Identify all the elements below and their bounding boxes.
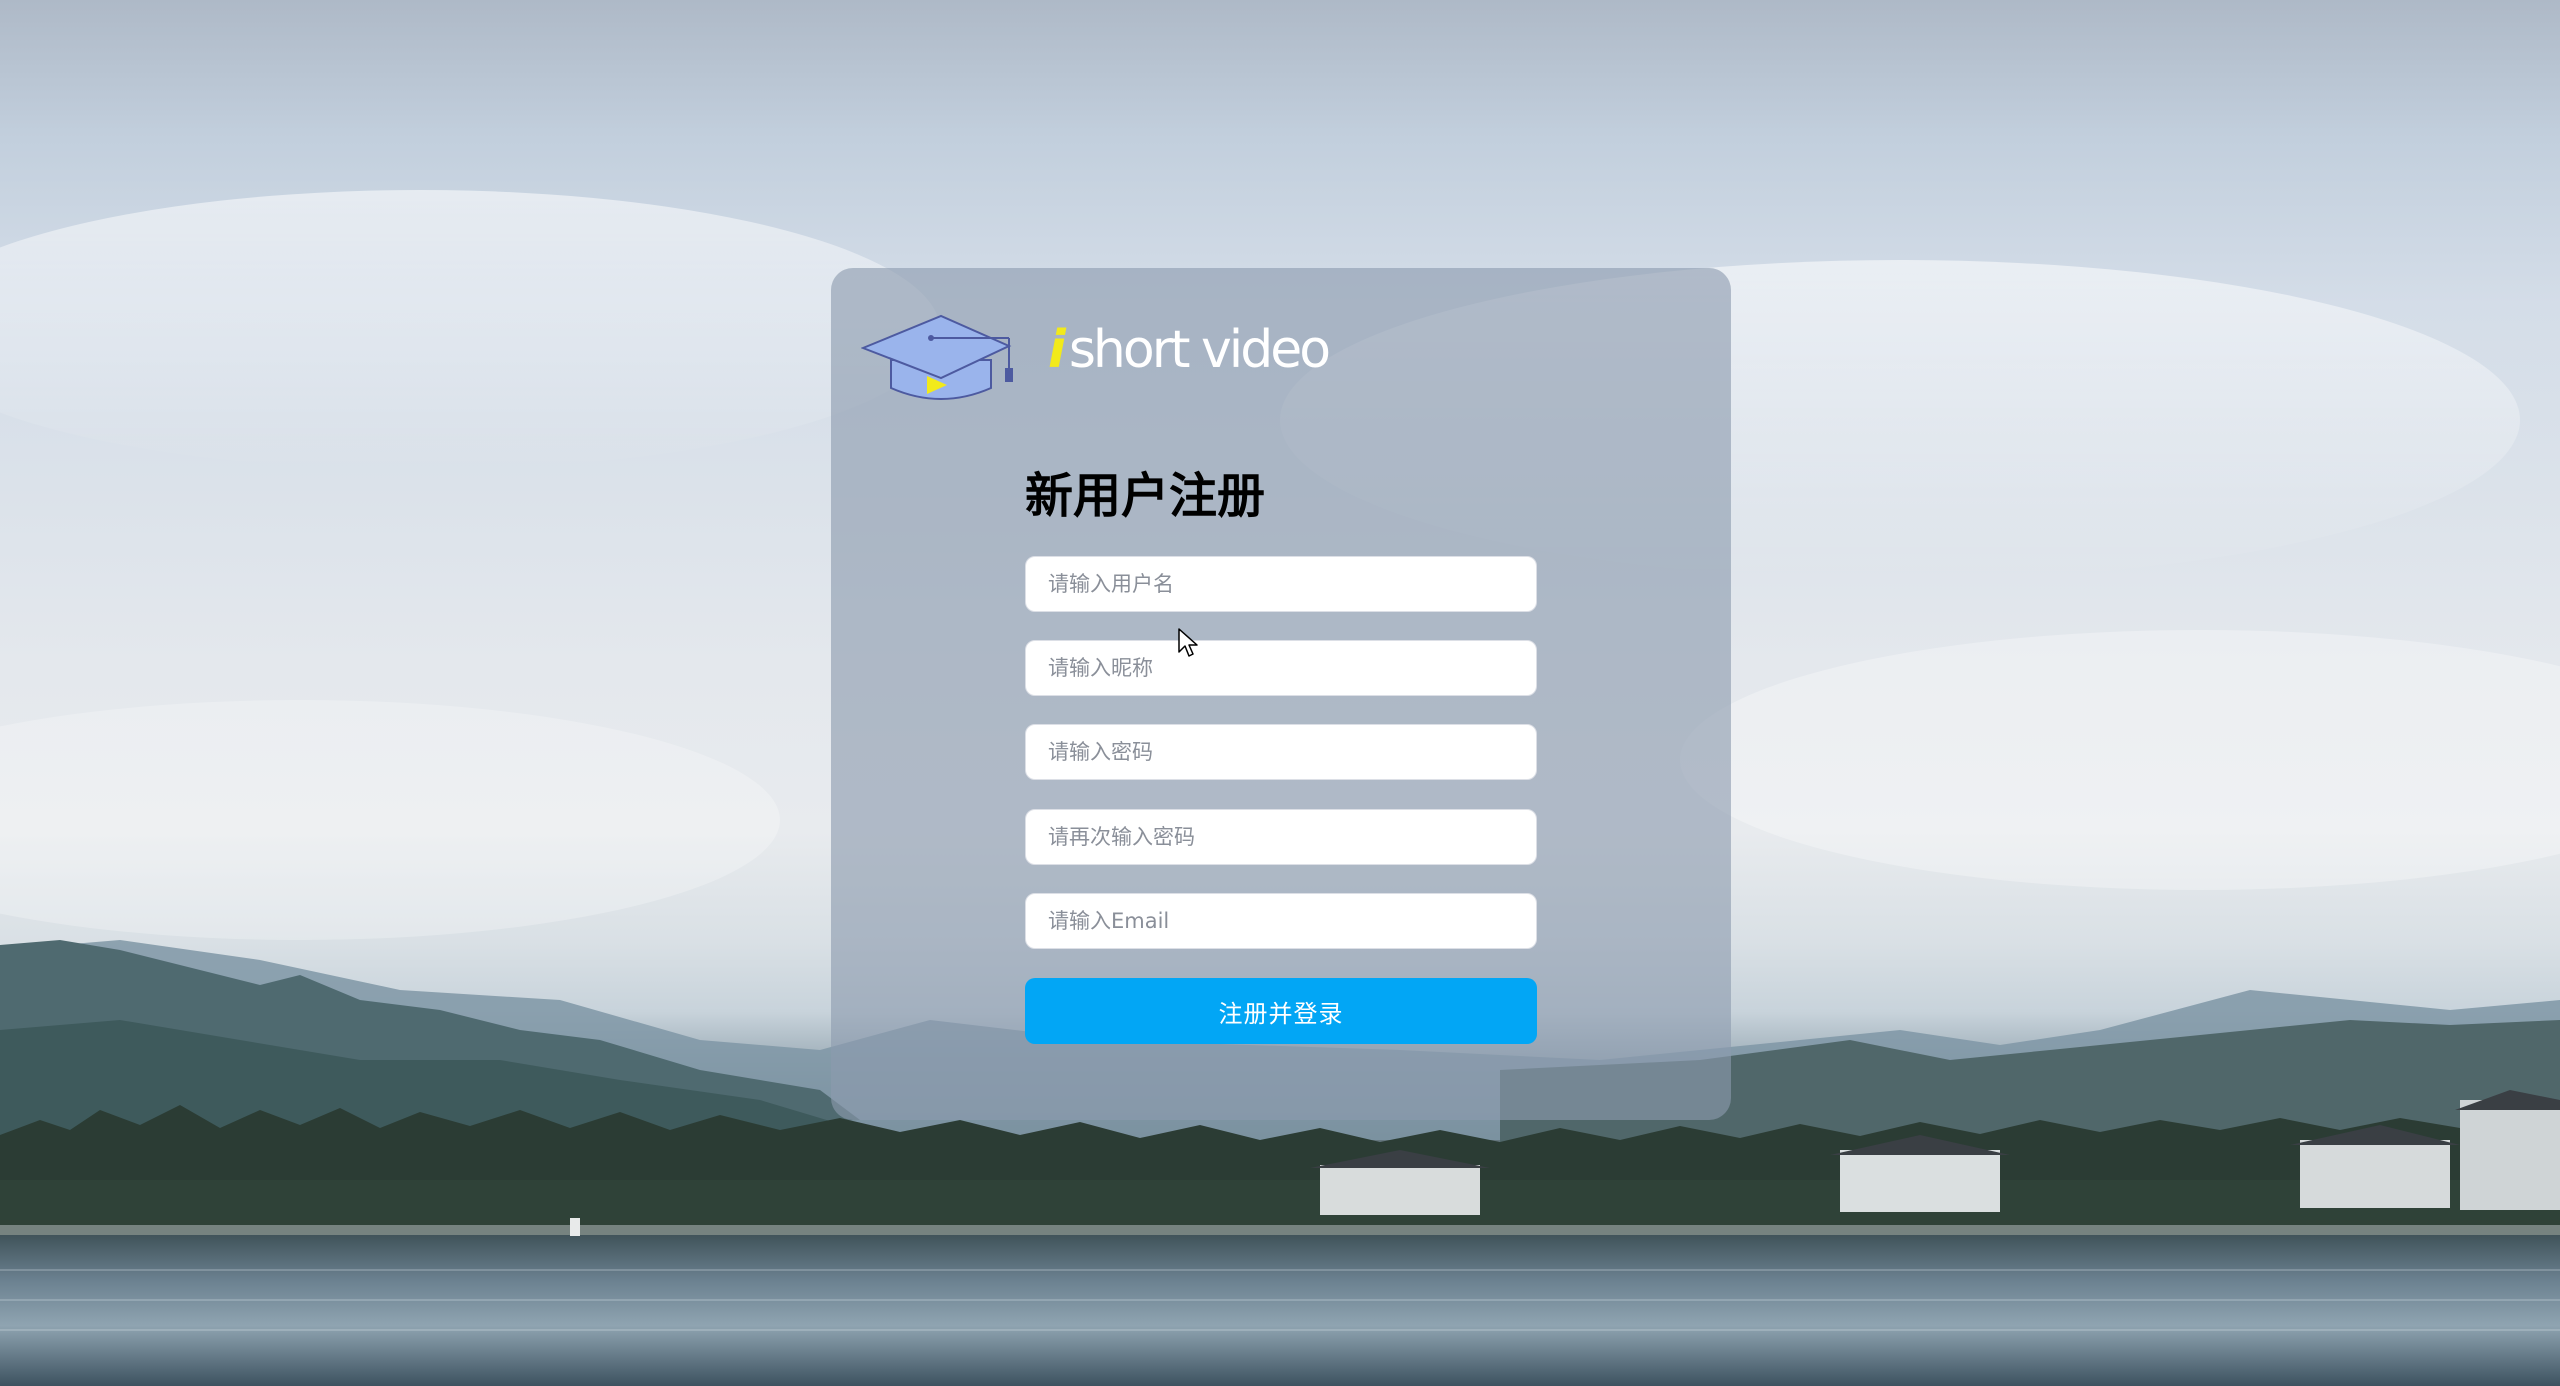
brand-wordmark: i short video	[1048, 320, 1331, 380]
register-card: ishort video 新用户注册 注册并登录	[831, 268, 1731, 1120]
register-login-button[interactable]: 注册并登录	[1025, 978, 1537, 1044]
password-confirm-input[interactable]	[1025, 809, 1537, 865]
brand-logo: i short video	[860, 308, 1331, 408]
page-title: 新用户注册	[1025, 468, 1266, 524]
graduation-cap-play-icon	[860, 314, 1013, 400]
nickname-input[interactable]	[1025, 640, 1537, 696]
brand-wordmark-i: i	[1048, 320, 1066, 380]
email-input[interactable]	[1025, 893, 1537, 949]
username-input[interactable]	[1025, 556, 1537, 612]
mouse-pointer-icon	[1178, 628, 1198, 657]
brand-wordmark-text: short video	[1068, 320, 1331, 380]
password-input[interactable]	[1025, 724, 1537, 780]
